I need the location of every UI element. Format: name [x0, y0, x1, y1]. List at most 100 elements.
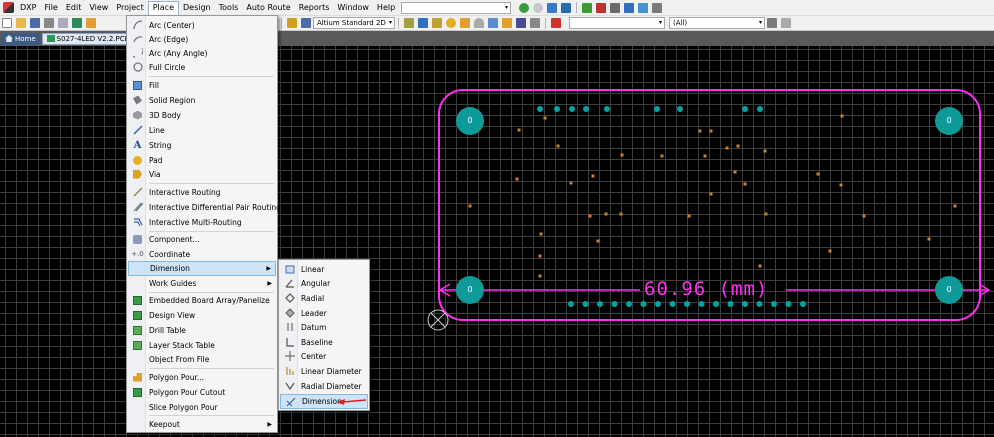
layers-icon[interactable]: [610, 2, 620, 13]
menu-item-keepout[interactable]: Keepout ▶: [128, 417, 276, 431]
menu-item-arc-any-angle[interactable]: Arc (Any Angle): [128, 46, 276, 60]
print-icon[interactable]: [44, 18, 54, 28]
via[interactable]: [725, 146, 729, 150]
layer-combo[interactable]: ▾: [569, 17, 665, 29]
view-config-icon[interactable]: [301, 18, 311, 28]
table-icon[interactable]: [652, 2, 662, 13]
via[interactable]: [953, 204, 957, 208]
menu-place[interactable]: Place: [147, 0, 179, 15]
layer-icon[interactable]: [72, 18, 82, 28]
menu-item-design-view[interactable]: Design View: [128, 308, 276, 322]
via[interactable]: [764, 212, 768, 216]
smd-pad[interactable]: [756, 301, 763, 307]
menu-file[interactable]: File: [40, 1, 61, 15]
smd-pad[interactable]: [640, 301, 647, 307]
via[interactable]: [660, 154, 664, 158]
via[interactable]: [538, 254, 542, 258]
menu-item-dimension[interactable]: Dimension ▶: [128, 261, 276, 276]
via[interactable]: [839, 183, 843, 187]
string-tool-icon[interactable]: [516, 18, 526, 28]
menu-item-interactive-routing[interactable]: Interactive Routing: [128, 185, 276, 199]
report-icon[interactable]: [596, 2, 606, 13]
smd-pad[interactable]: [582, 301, 589, 307]
smd-pad[interactable]: [569, 106, 575, 112]
via[interactable]: [569, 181, 573, 185]
smd-pad[interactable]: [626, 301, 632, 307]
filter-clear-icon[interactable]: [781, 18, 791, 28]
submenu-item-angular[interactable]: Angular: [280, 276, 368, 290]
menu-view[interactable]: View: [85, 1, 112, 15]
via[interactable]: [539, 232, 543, 236]
smd-pad[interactable]: [684, 301, 690, 307]
submenu-item-baseline[interactable]: Baseline: [280, 335, 368, 349]
menu-project[interactable]: Project: [112, 1, 147, 15]
via[interactable]: [687, 214, 691, 218]
smd-pad[interactable]: [785, 301, 792, 307]
via[interactable]: [733, 170, 737, 174]
via[interactable]: [698, 129, 702, 133]
smd-pad[interactable]: [604, 106, 610, 112]
filter-combo[interactable]: (All) ▾: [669, 17, 765, 29]
menu-item-slice-polygon-pour[interactable]: Slice Polygon Pour: [128, 400, 276, 414]
smd-pad[interactable]: [611, 301, 618, 307]
menu-item-work-guides[interactable]: Work Guides ▶: [128, 276, 276, 290]
menu-item-polygon-pour[interactable]: Polygon Pour...: [128, 370, 276, 384]
menu-item-diff-pair-routing[interactable]: Interactive Differential Pair Routing: [128, 200, 281, 214]
save-icon[interactable]: [30, 18, 40, 28]
via[interactable]: [862, 214, 866, 218]
via[interactable]: [927, 237, 931, 241]
via[interactable]: [758, 264, 762, 268]
smd-pad[interactable]: [554, 106, 560, 112]
smd-pad[interactable]: [655, 301, 661, 307]
menu-tools[interactable]: Tools: [215, 1, 243, 15]
menu-item-layer-stack-table[interactable]: Layer Stack Table: [128, 338, 276, 352]
via[interactable]: [588, 214, 592, 218]
check-icon[interactable]: [582, 2, 592, 13]
submenu-item-datum[interactable]: Datum: [280, 320, 368, 334]
menu-item-object-from-file[interactable]: Object From File: [128, 352, 276, 366]
menu-item-embedded-board-array[interactable]: Embedded Board Array/Panelize: [128, 293, 276, 307]
fill-tool-icon[interactable]: [488, 18, 498, 28]
smd-pad[interactable]: [669, 301, 676, 307]
menu-auto-route[interactable]: Auto Route: [242, 1, 294, 15]
via[interactable]: [709, 129, 713, 133]
dimension-text[interactable]: 60.96 (mm): [644, 278, 768, 300]
menu-item-full-circle[interactable]: Full Circle: [128, 60, 276, 74]
menu-reports[interactable]: Reports: [295, 1, 334, 15]
via[interactable]: [538, 274, 542, 278]
via[interactable]: [743, 182, 747, 186]
smd-pad[interactable]: [654, 106, 660, 112]
via[interactable]: [840, 114, 844, 118]
new-file-icon[interactable]: [2, 18, 12, 28]
via[interactable]: [736, 144, 740, 148]
smd-pad[interactable]: [698, 301, 705, 307]
menu-item-line[interactable]: Line: [128, 123, 276, 137]
nav-back-icon[interactable]: [533, 2, 543, 13]
via[interactable]: [556, 144, 560, 148]
menu-item-via[interactable]: Via: [128, 167, 276, 181]
align-icon[interactable]: [624, 2, 634, 13]
route-icon[interactable]: [404, 18, 414, 28]
smd-pad[interactable]: [537, 106, 543, 112]
smd-pad[interactable]: [742, 301, 748, 307]
via[interactable]: [596, 239, 600, 243]
path-combo[interactable]: ▾: [401, 1, 511, 14]
menu-item-component[interactable]: Component...: [128, 232, 276, 246]
via[interactable]: [604, 212, 608, 216]
menu-item-arc-edge[interactable]: Arc (Edge): [128, 32, 276, 46]
via[interactable]: [591, 174, 595, 178]
pad-tool-icon[interactable]: [446, 18, 456, 28]
smd-pad[interactable]: [597, 301, 603, 307]
open-file-icon[interactable]: [16, 18, 26, 28]
zoom-icon[interactable]: [58, 18, 68, 28]
menu-item-arc-center[interactable]: Arc (Center): [128, 18, 276, 32]
via[interactable]: [620, 153, 624, 157]
menu-design[interactable]: Design: [179, 1, 215, 15]
options-icon[interactable]: [561, 2, 571, 13]
menu-item-fill[interactable]: Fill: [128, 78, 276, 92]
menu-item-multi-routing[interactable]: Interactive Multi-Routing: [128, 215, 276, 229]
via[interactable]: [828, 249, 832, 253]
menu-help[interactable]: Help: [373, 1, 399, 15]
menu-item-pad[interactable]: Pad: [128, 153, 276, 167]
smd-pad[interactable]: [757, 106, 763, 112]
